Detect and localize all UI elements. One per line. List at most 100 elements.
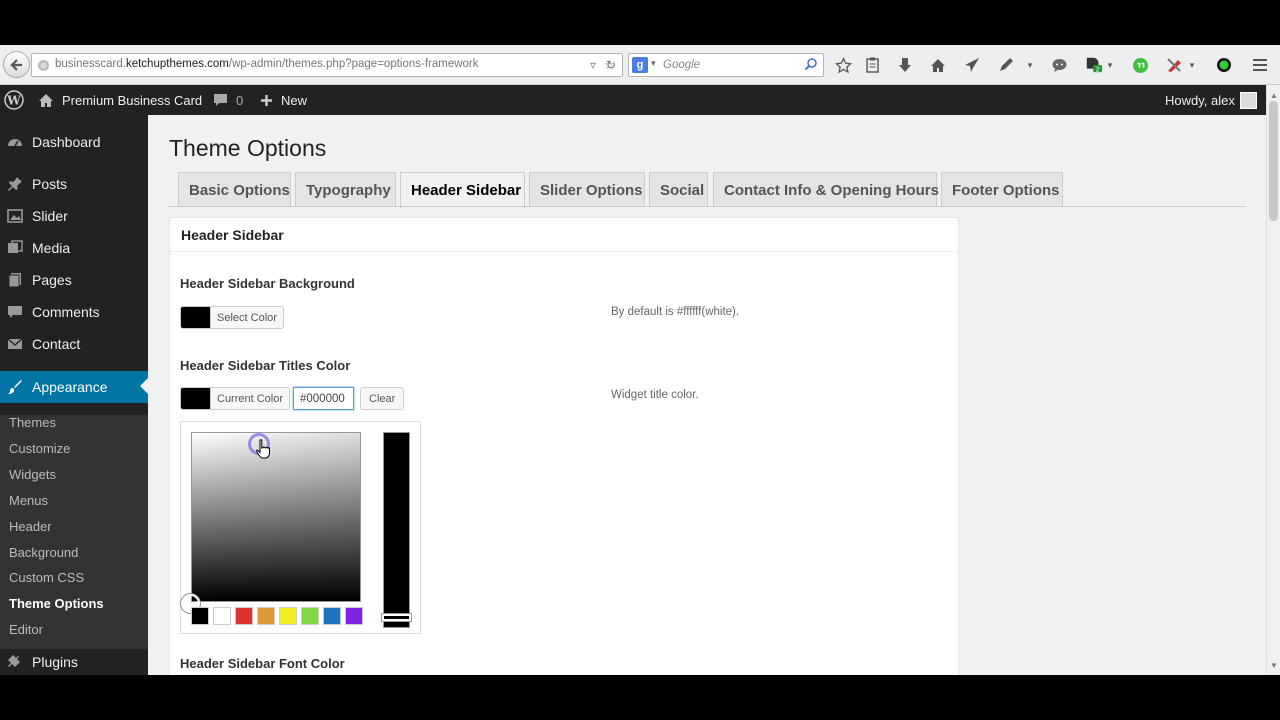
wordpress-logo-icon[interactable]: W — [4, 85, 24, 115]
menu-icon[interactable] — [1251, 56, 1269, 74]
submenu-item-widgets[interactable]: Widgets — [9, 467, 56, 482]
palette-swatch[interactable] — [345, 607, 363, 625]
panel-title: Header Sidebar — [181, 227, 284, 243]
star-icon[interactable] — [834, 56, 852, 74]
download-icon[interactable] — [896, 56, 914, 74]
globe-icon — [38, 60, 49, 71]
submenu-item-customize[interactable]: Customize — [9, 441, 70, 456]
sidebar-item-label: Plugins — [32, 654, 78, 670]
back-button[interactable] — [3, 51, 30, 78]
sidebar-item-comments[interactable]: Comments — [0, 297, 148, 327]
current-color-button[interactable]: Current Color — [180, 387, 291, 410]
my-account-link[interactable]: Howdy, alex — [1165, 85, 1235, 115]
avatar[interactable] — [1240, 92, 1257, 109]
chevron-down-icon[interactable]: ▾ — [1101, 56, 1119, 74]
home-icon[interactable] — [929, 56, 947, 74]
wp-admin-bar: W Premium Business Card 0 New Howdy, ale… — [0, 85, 1266, 115]
submenu-item-theme-options[interactable]: Theme Options — [9, 596, 104, 611]
chevron-down-icon[interactable]: ▾ — [1183, 56, 1201, 74]
search-icon[interactable] — [804, 57, 818, 71]
tools-icon[interactable] — [1166, 56, 1184, 74]
submenu-item-custom-css[interactable]: Custom CSS — [9, 570, 84, 585]
submenu-item-editor[interactable]: Editor — [9, 622, 43, 637]
tab-contact-info[interactable]: Contact Info & Opening Hours — [713, 172, 939, 207]
tab-social[interactable]: Social — [649, 172, 708, 207]
tab-footer-options[interactable]: Footer Options — [941, 172, 1063, 207]
new-content-link[interactable]: New — [260, 85, 307, 115]
appearance-submenu: Themes Customize Widgets Menus Header Ba… — [0, 415, 148, 675]
home-icon — [39, 93, 53, 107]
url-bar[interactable]: businesscard.ketchupthemes.com/wp-admin/… — [31, 53, 623, 77]
sidebar-item-slider[interactable]: Slider — [0, 201, 148, 231]
dropdown-arrow-icon[interactable]: ▿ — [590, 58, 596, 72]
sidebar-item-label: Media — [32, 240, 71, 256]
sidebar-item-posts[interactable]: Posts — [0, 169, 148, 199]
browser-window: businesscard.ketchupthemes.com/wp-admin/… — [0, 45, 1280, 675]
sidebar-item-label: Contact — [32, 336, 81, 352]
tab-typography[interactable]: Typography — [295, 172, 396, 207]
submenu-item-header[interactable]: Header — [9, 519, 52, 534]
scroll-up-icon[interactable]: ▲ — [1270, 91, 1278, 100]
color-swatch — [181, 388, 210, 409]
sidebar-item-media[interactable]: Media — [0, 233, 148, 263]
palette-swatch[interactable] — [323, 607, 341, 625]
palette-swatch[interactable] — [279, 607, 297, 625]
sidebar-item-label: Pages — [32, 272, 72, 288]
status-indicator-icon[interactable] — [1215, 56, 1233, 74]
sidebar-item-label: Posts — [32, 176, 68, 192]
color-picker — [180, 421, 421, 634]
clipboard-icon[interactable] — [863, 56, 881, 74]
scrollbar-thumb[interactable] — [1269, 101, 1278, 221]
clear-button[interactable]: Clear — [360, 387, 405, 410]
submenu-item-themes[interactable]: Themes — [9, 415, 56, 430]
option-desc-titles-color: Widget title color. — [611, 389, 699, 401]
tab-basic-options[interactable]: Basic Options — [178, 172, 291, 207]
submenu-item-menus[interactable]: Menus — [9, 493, 48, 508]
chat-icon[interactable] — [1050, 56, 1068, 74]
submenu-item-background[interactable]: Background — [9, 545, 78, 560]
options-panel: Header Sidebar Header Sidebar Background… — [169, 217, 959, 675]
hex-color-input[interactable] — [293, 387, 354, 410]
palette-swatch[interactable] — [213, 607, 231, 625]
tabs-divider — [168, 206, 1246, 207]
sidebar-item-plugins[interactable]: Plugins — [0, 649, 148, 675]
send-icon[interactable] — [963, 56, 981, 74]
tab-slider-options[interactable]: Slider Options — [529, 172, 645, 207]
new-label: New — [281, 92, 308, 108]
hue-handle[interactable] — [382, 614, 411, 621]
hue-strip[interactable] — [382, 432, 411, 628]
pages-icon — [6, 271, 24, 289]
plugin-icon — [6, 653, 24, 671]
url-text: businesscard.ketchupthemes.com/wp-admin/… — [55, 58, 479, 70]
sidebar-item-contact[interactable]: Contact — [0, 329, 148, 359]
evernote-icon[interactable] — [1131, 56, 1149, 74]
select-color-label: Select Color — [210, 307, 283, 328]
comments-link[interactable]: 0 — [213, 85, 243, 115]
palette-swatch[interactable] — [301, 607, 319, 625]
select-color-button[interactable]: Select Color — [180, 306, 284, 329]
tab-header-sidebar[interactable]: Header Sidebar — [400, 172, 525, 208]
palette-swatch[interactable] — [191, 607, 209, 625]
reload-icon[interactable]: ↻ — [606, 58, 616, 72]
sidebar-item-dashboard[interactable]: Dashboard — [0, 127, 148, 157]
option-label-font-color: Header Sidebar Font Color — [180, 656, 345, 671]
sidebar-item-pages[interactable]: Pages — [0, 265, 148, 295]
page-title: Theme Options — [169, 135, 327, 161]
pen-tool-icon[interactable] — [997, 56, 1015, 74]
search-engine-icon[interactable]: g — [632, 57, 648, 73]
palette-swatch[interactable] — [257, 607, 275, 625]
page-scrollbar[interactable]: ▲ ▼ — [1266, 85, 1280, 675]
chevron-down-icon[interactable]: ▾ — [1021, 56, 1039, 74]
sidebar-item-label: Appearance — [32, 379, 108, 395]
option-label-background: Header Sidebar Background — [180, 276, 355, 291]
palette-swatch[interactable] — [235, 607, 253, 625]
site-name-link[interactable]: Premium Business Card — [38, 85, 202, 115]
search-bar[interactable]: g ▾ Google — [628, 53, 824, 77]
scroll-down-icon[interactable]: ▼ — [1270, 661, 1278, 670]
sidebar-item-appearance[interactable]: Appearance — [0, 371, 148, 403]
media-icon — [6, 239, 24, 257]
plus-icon — [261, 94, 272, 106]
pin-icon — [6, 175, 24, 193]
saturation-square[interactable] — [191, 432, 361, 602]
svg-text:2: 2 — [1096, 66, 1100, 73]
